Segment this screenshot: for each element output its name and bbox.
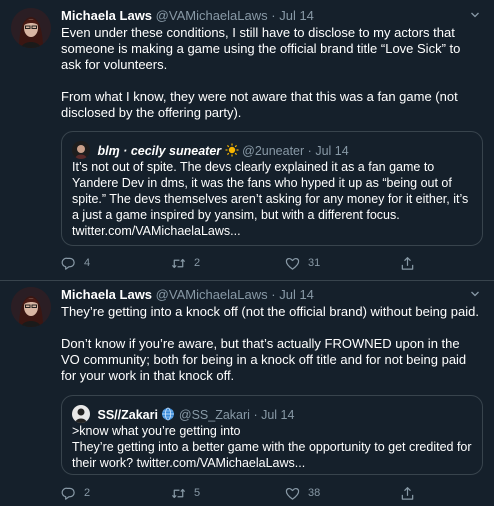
tweet-paragraph: Don’t know if you’re aware, but that’s a… — [61, 336, 467, 383]
author-handle[interactable]: @VAMichaelaLaws — [156, 287, 268, 302]
share-button[interactable] — [400, 254, 423, 272]
author-name[interactable]: Michaela Laws — [61, 287, 152, 302]
quoted-line: >know what you’re getting into — [72, 424, 241, 438]
reply-button[interactable]: 2 — [61, 484, 90, 502]
quoted-tweet-text: >know what you’re getting into They’re g… — [72, 423, 474, 471]
quoted-date[interactable]: Jul 14 — [261, 408, 294, 422]
retweet-icon — [171, 488, 186, 498]
quoted-tweet[interactable]: SS//Zakari @SS_Zakari · Jul 14 >know wha… — [61, 395, 483, 475]
quoted-line: They’re getting into a better game with … — [72, 440, 472, 470]
tweet-paragraph: They’re getting into a knock off (not th… — [61, 304, 479, 319]
quoted-author-name[interactable]: blɱ · cecily suneater — [97, 144, 221, 158]
tweet-paragraph: From what I know, they were not aware th… — [61, 89, 458, 120]
avatar[interactable] — [11, 287, 51, 327]
quoted-handle[interactable]: @SS_Zakari — [179, 408, 250, 422]
like-button[interactable]: 38 — [285, 484, 320, 502]
reply-count: 2 — [84, 487, 91, 499]
reply-icon — [61, 257, 75, 270]
quoted-tweet-header: SS//Zakari @SS_Zakari · Jul 14 — [72, 405, 474, 425]
quoted-handle[interactable]: @2uneater — [242, 144, 304, 158]
retweet-button[interactable]: 2 — [171, 254, 200, 272]
author-name[interactable]: Michaela Laws — [61, 8, 152, 23]
share-icon — [401, 256, 414, 270]
quoted-tweet[interactable]: blɱ · cecily suneater @2uneater · Jul 14… — [61, 131, 483, 246]
quoted-avatar — [72, 141, 90, 159]
tweet[interactable]: Michaela Laws @VAMichaelaLaws · Jul 14 T… — [0, 281, 494, 506]
quoted-date[interactable]: Jul 14 — [315, 144, 348, 158]
tweet[interactable]: Michaela Laws @VAMichaelaLaws · Jul 14 E… — [0, 0, 494, 281]
reply-icon — [61, 487, 75, 500]
author-handle[interactable]: @VAMichaelaLaws — [156, 8, 268, 23]
tweet-date[interactable]: Jul 14 — [279, 8, 314, 23]
tweet-header: Michaela Laws @VAMichaelaLaws · Jul 14 — [61, 8, 486, 24]
tweet-actions: 2 5 38 — [61, 484, 481, 502]
retweet-count: 2 — [194, 257, 201, 269]
separator: · — [271, 287, 276, 302]
separator: · — [253, 408, 258, 422]
tweet-header: Michaela Laws @VAMichaelaLaws · Jul 14 — [61, 287, 486, 303]
share-button[interactable] — [400, 484, 423, 502]
retweet-icon — [171, 258, 186, 268]
separator: · — [307, 144, 312, 158]
tweet-paragraph: Even under these conditions, I still hav… — [61, 25, 461, 72]
quoted-author-name[interactable]: SS//Zakari — [97, 408, 157, 422]
tweet-actions: 4 2 31 — [61, 254, 481, 272]
share-icon — [401, 486, 414, 500]
reply-count: 4 — [84, 257, 91, 269]
retweet-button[interactable]: 5 — [171, 484, 200, 502]
like-count: 31 — [308, 257, 321, 269]
quoted-tweet-header: blɱ · cecily suneater @2uneater · Jul 14 — [72, 141, 474, 161]
tweet-text: Even under these conditions, I still hav… — [61, 25, 481, 121]
reply-button[interactable]: 4 — [61, 254, 90, 272]
chevron-down-icon[interactable] — [470, 10, 480, 20]
retweet-count: 5 — [194, 487, 201, 499]
chevron-down-icon[interactable] — [470, 289, 480, 299]
avatar[interactable] — [11, 8, 51, 48]
quoted-avatar — [72, 405, 90, 423]
tweet-text: They’re getting into a knock off (not th… — [61, 304, 481, 384]
quoted-tweet-text: It’s not out of spite. The devs clearly … — [72, 160, 469, 238]
tweet-date[interactable]: Jul 14 — [279, 287, 314, 302]
separator: · — [271, 8, 276, 23]
like-count: 38 — [308, 487, 321, 499]
heart-icon — [285, 487, 300, 500]
heart-icon — [285, 257, 300, 270]
like-button[interactable]: 31 — [285, 254, 320, 272]
